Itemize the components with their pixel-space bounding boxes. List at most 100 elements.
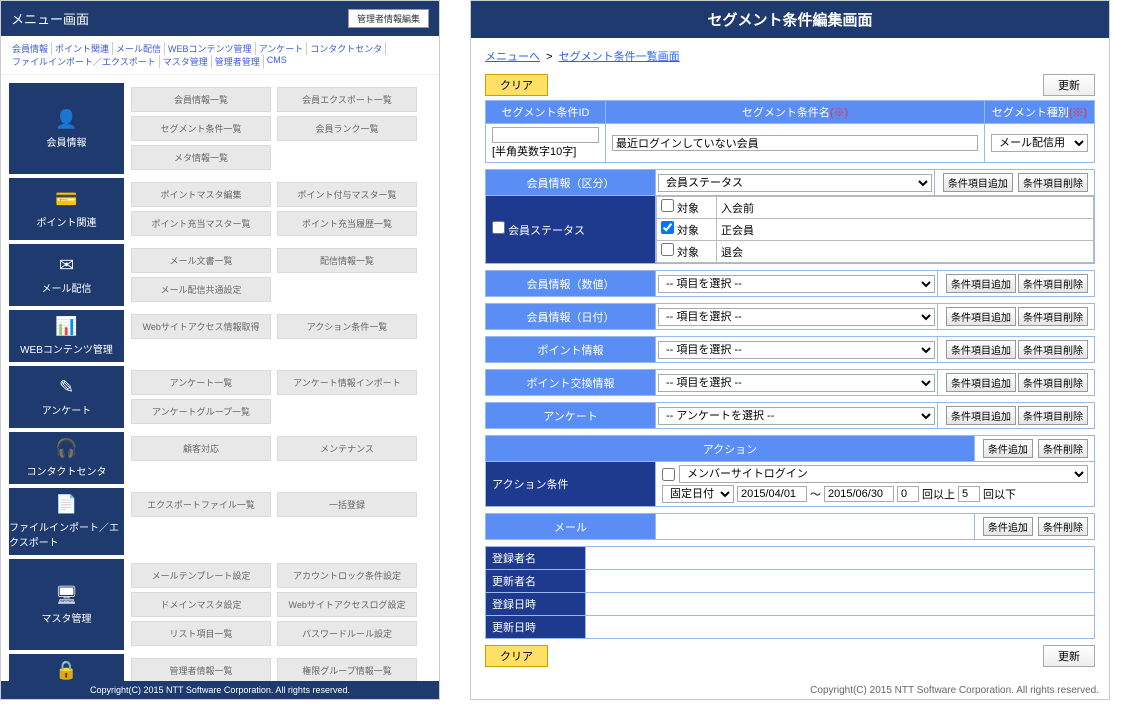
- clear-button-bottom[interactable]: クリア: [485, 645, 548, 667]
- count-from-input[interactable]: [897, 486, 919, 502]
- menu-button[interactable]: パスワードルール設定: [277, 621, 417, 646]
- menu-button[interactable]: 一括登録: [277, 492, 417, 517]
- date-from-input[interactable]: [737, 486, 807, 502]
- category-icon: 📄: [55, 494, 77, 515]
- menu-button[interactable]: Webサイトアクセスログ設定: [277, 592, 417, 617]
- category-block[interactable]: ✎アンケート: [9, 366, 124, 428]
- info-label: 更新者名: [486, 570, 586, 593]
- seg-type-select[interactable]: メール配信用: [991, 134, 1088, 152]
- category-block[interactable]: 🔒管理者管理: [9, 654, 124, 681]
- add-cond-button[interactable]: 条件項目追加: [946, 274, 1016, 293]
- clear-button-top[interactable]: クリア: [485, 74, 548, 96]
- topnav-item[interactable]: アンケート: [256, 42, 308, 55]
- topnav-item[interactable]: ポイント関連: [52, 42, 113, 55]
- menu-button[interactable]: エクスポートファイル一覧: [131, 492, 271, 517]
- menu-button[interactable]: アンケートグループ一覧: [131, 399, 271, 424]
- action-type-select[interactable]: メンバーサイトログイン: [679, 465, 1088, 483]
- menu-button[interactable]: ドメインマスタ設定: [131, 592, 271, 617]
- section-select[interactable]: -- 項目を選択 --: [658, 308, 935, 326]
- topnav-item[interactable]: マスタ管理: [160, 55, 212, 68]
- menu-button[interactable]: Webサイトアクセス情報取得: [131, 314, 271, 339]
- menu-button[interactable]: 管理者情報一覧: [131, 658, 271, 681]
- topnav-item[interactable]: コンタクトセンタ: [307, 42, 386, 55]
- menu-button[interactable]: メタ情報一覧: [131, 145, 271, 170]
- category-block[interactable]: 🖥マスタ管理: [9, 559, 124, 650]
- menu-button[interactable]: ポイントマスタ編集: [131, 182, 271, 207]
- menu-button[interactable]: メンテナンス: [277, 436, 417, 461]
- section-select[interactable]: -- アンケートを選択 --: [658, 407, 935, 425]
- topnav-item[interactable]: CMS: [264, 55, 290, 68]
- bc-menu-link[interactable]: メニューへ: [485, 51, 540, 63]
- menu-button[interactable]: 会員ランク一覧: [277, 116, 417, 141]
- status-checkbox[interactable]: [661, 221, 674, 234]
- condition-section: アンケート-- アンケートを選択 --条件項目追加条件項目削除: [485, 402, 1095, 429]
- menu-button[interactable]: メールテンプレート設定: [131, 563, 271, 588]
- category-block[interactable]: 👤会員情報: [9, 83, 124, 174]
- seg-name-header: セグメント条件名(※): [606, 101, 985, 124]
- category-block[interactable]: ✉メール配信: [9, 244, 124, 306]
- menu-button[interactable]: アンケート一覧: [131, 370, 271, 395]
- mail-del-rule-button[interactable]: 条件削除: [1038, 517, 1088, 536]
- menu-button[interactable]: 顧客対応: [131, 436, 271, 461]
- category-block[interactable]: 📊WEBコンテンツ管理: [9, 310, 124, 362]
- status-checkbox[interactable]: [661, 199, 674, 212]
- menu-button[interactable]: アクション条件一覧: [277, 314, 417, 339]
- mail-add-rule-button[interactable]: 条件追加: [983, 517, 1033, 536]
- category-block[interactable]: 💳ポイント関連: [9, 178, 124, 240]
- add-rule-button[interactable]: 条件追加: [983, 439, 1033, 458]
- menu-button[interactable]: メール配信共通設定: [131, 277, 271, 302]
- menu-button[interactable]: ポイント充当マスター覧: [131, 211, 271, 236]
- menu-button[interactable]: 会員エクスポート一覧: [277, 87, 417, 112]
- date-type-select[interactable]: 固定日付: [662, 485, 734, 503]
- del-cond-button[interactable]: 条件項目削除: [1018, 274, 1088, 293]
- seg-id-input[interactable]: [492, 127, 599, 143]
- menu-button[interactable]: ポイント付与マスター覧: [277, 182, 417, 207]
- section-select[interactable]: -- 項目を選択 --: [658, 341, 935, 359]
- add-cond-button[interactable]: 条件項目追加: [946, 307, 1016, 326]
- info-value: [586, 593, 1095, 616]
- topnav-item[interactable]: メール配信: [113, 42, 165, 55]
- topnav-item[interactable]: ファイルインポート／エクスポート: [9, 55, 160, 68]
- del-cond-button[interactable]: 条件項目削除: [1018, 406, 1088, 425]
- menu-button[interactable]: ポイント充当履歴一覧: [277, 211, 417, 236]
- status-checkbox[interactable]: [661, 243, 674, 256]
- menu-button[interactable]: 会員情報一覧: [131, 87, 271, 112]
- mail-section: メール 条件追加 条件削除: [485, 513, 1095, 540]
- topnav-item[interactable]: 管理者管理: [212, 55, 264, 68]
- category-label: マスタ管理: [42, 610, 92, 625]
- menu-button[interactable]: 権限グループ情報一覧: [277, 658, 417, 681]
- menu-button[interactable]: アカウントロック条件設定: [277, 563, 417, 588]
- menu-button[interactable]: メール文書一覧: [131, 248, 271, 273]
- del-cond-button[interactable]: 条件項目削除: [1018, 173, 1088, 192]
- admin-edit-button[interactable]: 管理者情報編集: [348, 9, 429, 28]
- section-select[interactable]: -- 項目を選択 --: [658, 275, 935, 293]
- status-group-checkbox[interactable]: [492, 221, 505, 234]
- bc-list-link[interactable]: セグメント条件一覧画面: [559, 51, 680, 63]
- add-cond-button[interactable]: 条件項目追加: [946, 406, 1016, 425]
- action-row-checkbox[interactable]: [662, 468, 675, 481]
- member-cat-select[interactable]: 会員ステータス: [658, 174, 932, 192]
- del-cond-button[interactable]: 条件項目削除: [1018, 340, 1088, 359]
- add-cond-button[interactable]: 条件項目追加: [946, 373, 1016, 392]
- menu-button[interactable]: セグメント条件一覧: [131, 116, 271, 141]
- add-cond-button[interactable]: 条件項目追加: [946, 340, 1016, 359]
- date-to-input[interactable]: [824, 486, 894, 502]
- del-cond-button[interactable]: 条件項目削除: [1018, 373, 1088, 392]
- del-cond-button[interactable]: 条件項目削除: [1018, 307, 1088, 326]
- del-rule-button[interactable]: 条件削除: [1038, 439, 1088, 458]
- category-block[interactable]: 📄 ファイルインポート／エクスポート: [9, 488, 124, 555]
- topnav-item[interactable]: WEBコンテンツ管理: [165, 42, 256, 55]
- add-cond-button[interactable]: 条件項目追加: [943, 173, 1013, 192]
- section-header: ポイント情報: [486, 337, 656, 363]
- section-select[interactable]: -- 項目を選択 --: [658, 374, 935, 392]
- menu-button[interactable]: アンケート情報インポート: [277, 370, 417, 395]
- category-block[interactable]: 🎧コンタクトセンタ: [9, 432, 124, 484]
- update-button-top[interactable]: 更新: [1043, 74, 1095, 96]
- menu-button[interactable]: リスト項目一覧: [131, 621, 271, 646]
- count-to-input[interactable]: [958, 486, 980, 502]
- category-label: ファイルインポート／エクスポート: [9, 519, 124, 549]
- seg-name-input[interactable]: [612, 135, 978, 151]
- update-button-bottom[interactable]: 更新: [1043, 645, 1095, 667]
- topnav-item[interactable]: 会員情報: [9, 42, 52, 55]
- menu-button[interactable]: 配信情報一覧: [277, 248, 417, 273]
